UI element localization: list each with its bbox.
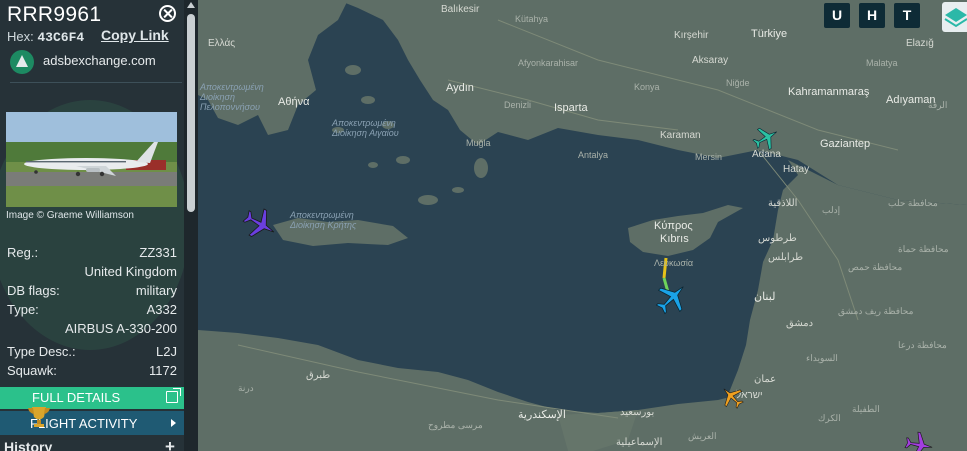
reg-label: Reg.: bbox=[7, 245, 39, 260]
aircraft-photo[interactable] bbox=[6, 112, 177, 207]
map-label-derna: درنة bbox=[238, 383, 254, 393]
aircraft-marker-orange[interactable] bbox=[719, 384, 745, 410]
map-label-malatya: Malatya bbox=[866, 58, 898, 68]
layers-icon bbox=[944, 8, 967, 28]
map-label-mugla: Muğla bbox=[466, 138, 491, 148]
map-label-konya: Konya bbox=[634, 82, 660, 92]
map-label-kirsehir: Kırşehir bbox=[674, 30, 709, 41]
map-label-idlib: إدلب bbox=[822, 205, 841, 215]
full-details-label: FULL DETAILS bbox=[32, 390, 121, 405]
map-label-elazig: Elazığ bbox=[906, 38, 934, 49]
map-label-turkiye: Türkiye bbox=[751, 28, 788, 40]
map-label-gaziantep: Gaziantep bbox=[820, 138, 871, 150]
map-label-rif-dimashq: محافظة ريف دمشق bbox=[838, 306, 914, 316]
map-label-afyon: Afyonkarahisar bbox=[518, 58, 579, 68]
squawk-label: Squawk: bbox=[7, 363, 57, 378]
map-label-raqqa: الرقة bbox=[928, 100, 948, 110]
external-link-icon bbox=[166, 388, 181, 403]
map-label-aydin: Aydın bbox=[446, 82, 474, 94]
map-label-tafila: الطفيلة bbox=[852, 404, 880, 414]
map-label-crete-decentralized: Αποκεντρωμένη Διοίκηση Κρήτης bbox=[290, 210, 357, 230]
layers-button[interactable] bbox=[942, 2, 967, 32]
copy-link-button[interactable]: Copy Link bbox=[101, 27, 169, 43]
aircraft-marker-magenta[interactable] bbox=[904, 430, 934, 451]
map-label-kutahya: Kütahya bbox=[515, 14, 549, 24]
sidebar-scrollbar[interactable] bbox=[184, 0, 198, 451]
scroll-up-icon[interactable] bbox=[187, 2, 195, 8]
map-label-tobruk: طبرق bbox=[306, 370, 331, 381]
map-label-aksaray: Aksaray bbox=[692, 55, 729, 66]
aircraft-photo-image bbox=[6, 112, 177, 207]
map-label-daraa: محافظة درعا bbox=[898, 340, 947, 350]
aircraft-info-panel: RRR9961 Hex: 43C6F4 Copy Link adsbexchan… bbox=[0, 0, 198, 451]
trophy-icon bbox=[28, 407, 50, 427]
hex-label: Hex: bbox=[7, 29, 34, 44]
map-view[interactable]: Balıkesir Kütahya Kırşehir Türkiye Elazı… bbox=[198, 0, 967, 451]
hex-row: Hex: 43C6F4 bbox=[7, 29, 84, 45]
callsign-title: RRR9961 bbox=[7, 3, 102, 26]
map-label-kahramanmaras: Kahramanmaraş bbox=[788, 86, 870, 98]
map-button-t[interactable]: T bbox=[894, 3, 920, 28]
map-label-kibris: Kıbrıs bbox=[660, 233, 689, 245]
type-name-value: AIRBUS A-330-200 bbox=[64, 321, 177, 336]
map-label-karaman: Karaman bbox=[660, 130, 701, 141]
map-label-athina: Αθήνα bbox=[278, 96, 310, 108]
type-desc-value: L2J bbox=[156, 344, 177, 359]
map-label-hatay: Hatay bbox=[783, 164, 810, 175]
reg-value: ZZ331 bbox=[139, 245, 177, 260]
map-label-tripoli: طرابلس bbox=[768, 252, 804, 263]
image-credit: Image © Graeme Williamson bbox=[6, 210, 134, 221]
map-label-aegean-decentralized: Αποκεντρωμένη Διοίκηση Αιγαίου bbox=[332, 118, 399, 138]
map-label-karak: الكرك bbox=[818, 413, 841, 423]
map-label-ellas: Ελλάς bbox=[208, 38, 236, 49]
map-label-denizli: Denizli bbox=[504, 100, 532, 110]
map-label-ismailia: الإسماعيلية bbox=[616, 437, 663, 448]
map-label-hama-gov: محافظة حماة bbox=[898, 244, 949, 254]
type-value: A332 bbox=[146, 302, 177, 317]
map-label-alexandria: الإسكندرية bbox=[518, 409, 566, 421]
map-label-peloponnese: Αποκεντρωμένη Διοίκηση Πελοποννήσου bbox=[200, 82, 264, 112]
squawk-value: 1172 bbox=[149, 363, 177, 378]
aircraft-marker-teal[interactable] bbox=[752, 124, 780, 152]
hex-value: 43C6F4 bbox=[37, 30, 85, 45]
db-flags-value: military bbox=[135, 283, 177, 298]
map-button-h[interactable]: H bbox=[859, 3, 885, 28]
db-flags-label: DB flags: bbox=[7, 283, 60, 298]
country-value: United Kingdom bbox=[84, 264, 178, 279]
map-label-suwayda: السويداء bbox=[806, 353, 838, 363]
map-button-u[interactable]: U bbox=[824, 3, 850, 28]
map-label-tartus: طرطوس bbox=[758, 233, 797, 244]
map-label-isparta: Isparta bbox=[554, 102, 588, 114]
source-name: adsbexchange.com bbox=[43, 53, 156, 68]
history-expand-icon[interactable]: + bbox=[165, 437, 175, 451]
map-label-mersin: Mersin bbox=[695, 152, 723, 162]
map-label-homs-gov: محافظة حمص bbox=[848, 262, 903, 272]
chevron-right-icon bbox=[171, 419, 176, 427]
map-label-balikesir: Balıkesir bbox=[441, 4, 480, 15]
adsbexchange-logo-icon bbox=[10, 50, 34, 74]
aircraft-marker-purple[interactable] bbox=[242, 206, 278, 242]
map-label-nigde: Niğde bbox=[726, 78, 750, 88]
map-label-port-said: بورسعيد bbox=[620, 407, 655, 418]
map-label-lefkosa: Λευκωσία bbox=[654, 258, 694, 268]
type-desc-label: Type Desc.: bbox=[7, 344, 76, 359]
map-label-antalya: Antalya bbox=[578, 150, 609, 160]
map-label-kypros: Κύπρος bbox=[654, 220, 693, 232]
map-label-latakia: اللاذقية bbox=[768, 198, 798, 209]
map-label-oman: عمان bbox=[754, 374, 777, 385]
scrollbar-thumb[interactable] bbox=[187, 14, 195, 212]
map-label-marsa-matruh: مرسى مطروح bbox=[428, 420, 483, 430]
map-label-arish: العريش bbox=[688, 431, 717, 441]
aircraft-marker-selected[interactable] bbox=[654, 280, 690, 316]
close-icon[interactable] bbox=[159, 5, 176, 22]
history-section-header[interactable]: History bbox=[4, 439, 52, 451]
map-label-dimashq: دمشق bbox=[786, 318, 814, 329]
source-row[interactable]: adsbexchange.com bbox=[10, 48, 182, 83]
type-label: Type: bbox=[7, 302, 39, 317]
map-label-lubnan: لبنان bbox=[754, 291, 776, 303]
map-label-aleppo-gov: محافظة حلب bbox=[888, 198, 938, 208]
